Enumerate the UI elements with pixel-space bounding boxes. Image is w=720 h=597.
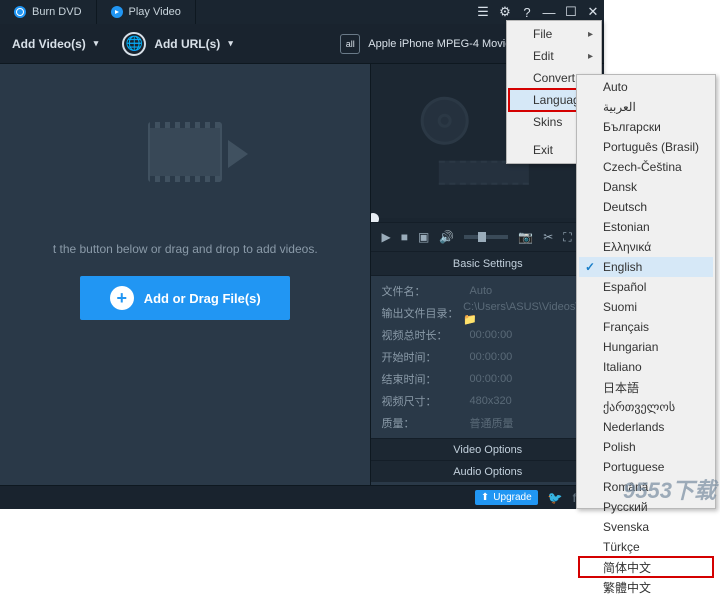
settings-row: 结束时间：00:00:00 — [381, 368, 594, 390]
settings-row: 开始时间：00:00:00 — [381, 346, 594, 368]
language-option[interactable]: English — [579, 257, 713, 277]
setting-value[interactable]: 普通质量 — [469, 415, 513, 431]
language-option[interactable]: 简体中文 — [579, 557, 713, 577]
language-option[interactable]: Italiano — [579, 357, 713, 377]
settings-row: 输出文件目录：C:\Users\ASUS\Videos\... 📁 — [381, 302, 594, 324]
settings-row: 视频尺寸：480x320 — [381, 390, 594, 412]
label: Upgrade — [493, 492, 531, 503]
setting-label: 结束时间： — [381, 371, 469, 387]
language-option[interactable]: Polish — [579, 437, 713, 457]
setting-label: 视频总时长： — [381, 327, 469, 343]
status-bar: ⬆Upgrade 🐦 f ↗ — [0, 485, 604, 509]
setting-value[interactable]: 480x320 — [469, 395, 511, 407]
volume-slider[interactable] — [464, 235, 508, 239]
menu-item-edit[interactable]: Edit — [509, 45, 599, 67]
add-videos-button[interactable]: Add Video(s) ▾ — [0, 24, 110, 64]
setting-value[interactable]: C:\Users\ASUS\Videos\... 📁 — [463, 301, 594, 326]
tab-label: Burn DVD — [32, 6, 82, 18]
play-icon[interactable]: ▶ — [381, 230, 390, 244]
language-submenu[interactable]: AutoالعربيةБългарскиPortuguês (Brasil)Cz… — [576, 74, 716, 509]
label: Add or Drag File(s) — [144, 291, 261, 306]
player-controls: ▶ ■ ▣ 🔊 📷 ✂ ⛶ — [371, 222, 604, 252]
seek-slider[interactable] — [371, 218, 604, 222]
cut-icon[interactable]: ✂ — [543, 230, 553, 244]
tab-burn-dvd[interactable]: Burn DVD — [0, 0, 97, 24]
setting-value[interactable]: Auto — [469, 285, 492, 297]
language-option[interactable]: Български — [579, 117, 713, 137]
language-option[interactable]: Português (Brasil) — [579, 137, 713, 157]
setting-value[interactable]: 00:00:00 — [469, 373, 512, 385]
language-option[interactable]: Română — [579, 477, 713, 497]
language-option[interactable]: Dansk — [579, 177, 713, 197]
language-option[interactable]: 日本語 — [579, 377, 713, 397]
language-option[interactable]: Nederlands — [579, 417, 713, 437]
language-option[interactable]: Estonian — [579, 217, 713, 237]
language-option[interactable]: Portuguese — [579, 457, 713, 477]
label: Add URL(s) — [154, 37, 220, 51]
settings-row: 质量：普通质量 — [381, 412, 594, 434]
chevron-down-icon: ▾ — [94, 38, 99, 49]
volume-icon[interactable]: 🔊 — [439, 230, 454, 244]
tab-label: Play Video — [129, 6, 181, 18]
language-option[interactable]: Türkçe — [579, 537, 713, 557]
language-option[interactable]: Français — [579, 317, 713, 337]
drop-hint: t the button below or drag and drop to a… — [12, 242, 358, 256]
chevron-down-icon: ▾ — [228, 38, 233, 49]
setting-label: 开始时间： — [381, 349, 469, 365]
language-option[interactable]: Svenska — [579, 517, 713, 537]
twitter-icon[interactable]: 🐦 — [548, 491, 563, 505]
settings-body: 文件名：Auto输出文件目录：C:\Users\ASUS\Videos\... … — [371, 276, 604, 438]
video-options-header[interactable]: Video Options — [371, 438, 604, 460]
setting-label: 视频尺寸： — [381, 393, 469, 409]
list-icon[interactable]: ☰ — [472, 0, 494, 24]
audio-options-header[interactable]: Audio Options — [371, 460, 604, 482]
language-option[interactable]: 繁體中文 — [579, 577, 713, 597]
setting-label: 质量： — [381, 415, 469, 431]
setting-label: 文件名： — [381, 283, 469, 299]
language-option[interactable]: Auto — [579, 77, 713, 97]
globe-icon: 🌐 — [122, 32, 146, 56]
fullscreen-icon[interactable]: ⛶ — [563, 230, 571, 245]
seek-knob[interactable] — [371, 213, 379, 222]
plus-icon: + — [110, 286, 134, 310]
basic-settings-header[interactable]: Basic Settings — [371, 252, 604, 276]
stop-icon[interactable]: ■ — [401, 230, 408, 244]
setting-value[interactable]: 00:00:00 — [469, 329, 512, 341]
language-option[interactable]: Suomi — [579, 297, 713, 317]
settings-row: 文件名：Auto — [381, 280, 594, 302]
language-option[interactable]: Español — [579, 277, 713, 297]
language-option[interactable]: Hungarian — [579, 337, 713, 357]
tab-play-video[interactable]: Play Video — [97, 0, 196, 24]
format-box-icon: all — [340, 34, 360, 54]
play-icon — [111, 6, 123, 18]
settings-row: 视频总时长：00:00:00 — [381, 324, 594, 346]
snapshot-icon[interactable]: 📷 — [518, 230, 533, 244]
language-option[interactable]: العربية — [579, 97, 713, 117]
upgrade-icon: ⬆ — [481, 492, 489, 503]
language-option[interactable]: Ελληνικά — [579, 237, 713, 257]
setting-label: 输出文件目录： — [381, 305, 463, 321]
language-option[interactable]: Czech-Čeština — [579, 157, 713, 177]
upgrade-button[interactable]: ⬆ Upgrade — [475, 490, 538, 505]
language-option[interactable]: Русский — [579, 497, 713, 517]
file-drop-panel[interactable]: t the button below or drag and drop to a… — [0, 64, 371, 485]
menu-item-file[interactable]: File — [509, 23, 599, 45]
language-option[interactable]: ქართველოს — [579, 397, 713, 417]
add-urls-button[interactable]: 🌐 Add URL(s) ▾ — [110, 24, 245, 64]
add-files-button[interactable]: + Add or Drag File(s) — [80, 276, 290, 320]
setting-value[interactable]: 00:00:00 — [469, 351, 512, 363]
disc-icon — [14, 6, 26, 18]
filmstrip-icon — [130, 112, 240, 192]
frame-icon[interactable]: ▣ — [418, 230, 429, 244]
label: Add Video(s) — [12, 37, 86, 51]
language-option[interactable]: Deutsch — [579, 197, 713, 217]
